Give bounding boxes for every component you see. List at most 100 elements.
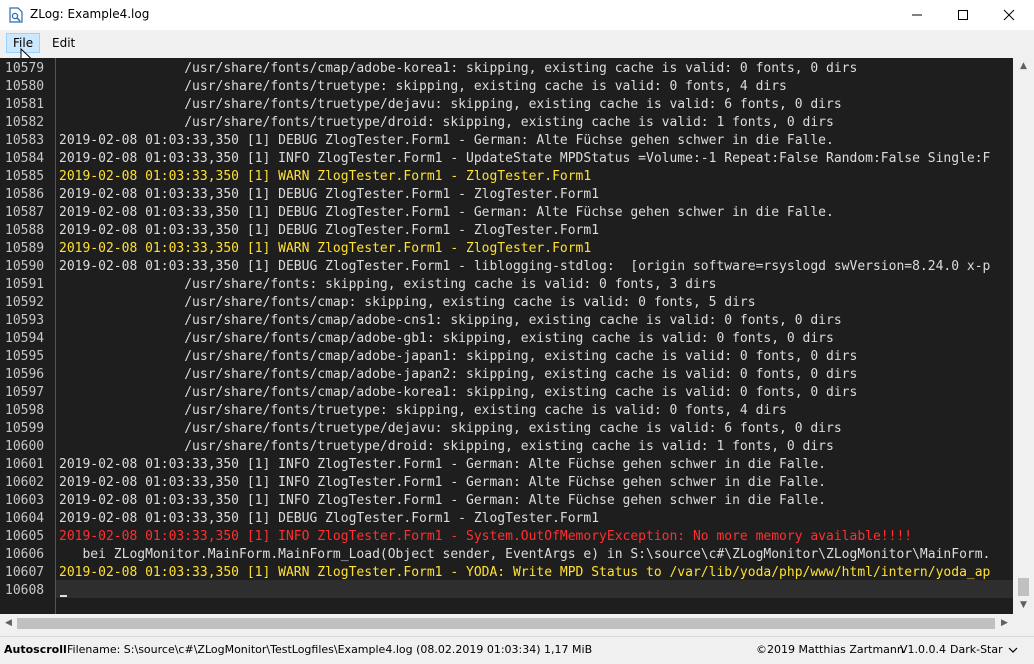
line-number: 10598 — [5, 403, 45, 418]
title-bar: ZLog: Example4.log — [0, 0, 1034, 30]
line-number: 10603 — [5, 493, 45, 508]
scroll-up-arrow-icon[interactable]: ▲ — [1013, 58, 1034, 75]
log-text: 2019-02-08 01:03:33,350 [1] DEBUG ZlogTe… — [59, 187, 600, 202]
log-line: 10598 /usr/share/fonts/truetype: skippin… — [0, 402, 1013, 420]
document-search-icon — [9, 7, 23, 23]
log-line: 10605 2019-02-08 01:03:33,350 [1] INFO Zl… — [0, 528, 1013, 546]
log-line: 10584 2019-02-08 01:03:33,350 [1] INFO Zl… — [0, 150, 1013, 168]
theme-selected-value: Dark-Star — [950, 643, 1003, 656]
line-number: 10579 — [5, 61, 45, 76]
line-number: 10584 — [5, 151, 45, 166]
line-number: 10607 — [5, 565, 45, 580]
version-label: V1.0.0.4 — [900, 643, 947, 656]
log-text: 2019-02-08 01:03:33,350 [1] INFO ZlogTes… — [59, 151, 991, 166]
line-number: 10582 — [5, 115, 45, 130]
log-text: /usr/share/fonts/truetype: skipping, exi… — [59, 403, 787, 418]
line-number: 10594 — [5, 331, 45, 346]
log-line: 10585 2019-02-08 01:03:33,350 [1] WARN Zl… — [0, 168, 1013, 186]
log-text: /usr/share/fonts/cmap/adobe-gb1: skippin… — [59, 331, 834, 346]
log-text: /usr/share/fonts/cmap/adobe-korea1: skip… — [59, 61, 858, 76]
log-line: 10599 /usr/share/fonts/truetype/dejavu: … — [0, 420, 1013, 438]
log-text: /usr/share/fonts/truetype/droid: skippin… — [59, 439, 834, 454]
line-number: 10599 — [5, 421, 45, 436]
log-view[interactable]: 10579 /usr/share/fonts/cmap/adobe-korea1… — [0, 58, 1013, 614]
horizontal-scroll-thumb[interactable] — [17, 618, 995, 629]
maximize-icon — [958, 10, 968, 20]
log-text: 2019-02-08 01:03:33,350 [1] DEBUG ZlogTe… — [59, 259, 991, 274]
filename-label: Filename: S:\source\c#\ZLogMonitor\TestL… — [67, 643, 593, 656]
line-number: 10605 — [5, 529, 45, 544]
line-number: 10591 — [5, 277, 45, 292]
log-line: 10601 2019-02-08 01:03:33,350 [1] INFO Zl… — [0, 456, 1013, 474]
log-text: /usr/share/fonts/cmap/adobe-cns1: skippi… — [59, 313, 842, 328]
log-text: 2019-02-08 01:03:33,350 [1] DEBUG ZlogTe… — [59, 511, 600, 526]
line-number: 10581 — [5, 97, 45, 112]
log-text: 2019-02-08 01:03:33,350 [1] WARN ZlogTes… — [59, 241, 592, 256]
log-text: /usr/share/fonts/cmap/adobe-japan2: skip… — [59, 367, 858, 382]
maximize-button[interactable] — [940, 0, 986, 30]
log-line: 10583 2019-02-08 01:03:33,350 [1] DEBUG Z… — [0, 132, 1013, 150]
log-line: 10592 /usr/share/fonts/cmap: skipping, e… — [0, 294, 1013, 312]
log-line: 10595 /usr/share/fonts/cmap/adobe-japan1… — [0, 348, 1013, 366]
line-number: 10593 — [5, 313, 45, 328]
log-line: 10580 /usr/share/fonts/truetype: skippin… — [0, 78, 1013, 96]
line-number: 10592 — [5, 295, 45, 310]
line-number: 10601 — [5, 457, 45, 472]
log-line: 10603 2019-02-08 01:03:33,350 [1] INFO Zl… — [0, 492, 1013, 510]
log-line: 10593 /usr/share/fonts/cmap/adobe-cns1: … — [0, 312, 1013, 330]
theme-dropdown[interactable]: Dark-Star — [948, 640, 1032, 660]
log-line: 10604 2019-02-08 01:03:33,350 [1] DEBUG Z… — [0, 510, 1013, 528]
line-number: 10585 — [5, 169, 45, 184]
menu-edit[interactable]: Edit — [46, 34, 81, 52]
autoscroll-toggle[interactable]: Autoscroll — [4, 643, 67, 656]
log-line: 10597 /usr/share/fonts/cmap/adobe-korea1… — [0, 384, 1013, 402]
copyright-label: ©2019 Matthias Zartmann — [756, 643, 904, 656]
log-text: /usr/share/fonts/truetype/dejavu: skippi… — [59, 421, 842, 436]
line-number: 10595 — [5, 349, 45, 364]
vertical-scroll-thumb[interactable] — [1018, 578, 1029, 596]
log-line: 10608 — [0, 582, 1013, 600]
line-number: 10600 — [5, 439, 45, 454]
window-title: ZLog: Example4.log — [30, 7, 150, 21]
menu-bar: File Edit — [0, 30, 1034, 54]
vertical-scrollbar[interactable]: ▲ ▼ — [1013, 58, 1034, 614]
log-line: 10587 2019-02-08 01:03:33,350 [1] DEBUG Z… — [0, 204, 1013, 222]
line-number: 10580 — [5, 79, 45, 94]
log-text: /usr/share/fonts/cmap: skipping, existin… — [59, 295, 756, 310]
line-number: 10587 — [5, 205, 45, 220]
line-number: 10589 — [5, 241, 45, 256]
log-text: /usr/share/fonts/truetype: skipping, exi… — [59, 79, 787, 94]
close-button[interactable] — [986, 0, 1032, 30]
minimize-icon — [912, 14, 922, 16]
log-line: 10606 bei ZLogMonitor.MainForm.MainForm_… — [0, 546, 1013, 564]
line-number: 10606 — [5, 547, 45, 562]
close-icon — [1003, 9, 1015, 21]
log-line: 10582 /usr/share/fonts/truetype/droid: s… — [0, 114, 1013, 132]
minimize-button[interactable] — [894, 0, 940, 30]
log-text: /usr/share/fonts/cmap/adobe-korea1: skip… — [59, 385, 858, 400]
line-number: 10586 — [5, 187, 45, 202]
scroll-left-arrow-icon[interactable]: ◀ — [0, 614, 17, 633]
log-line: 10579 /usr/share/fonts/cmap/adobe-korea1… — [0, 60, 1013, 78]
status-bar: Autoscroll Filename: S:\source\c#\ZLogMo… — [0, 636, 1034, 664]
line-number: 10588 — [5, 223, 45, 238]
scroll-down-arrow-icon[interactable]: ▼ — [1013, 597, 1034, 614]
log-line: 10590 2019-02-08 01:03:33,350 [1] DEBUG Z… — [0, 258, 1013, 276]
log-line: 10581 /usr/share/fonts/truetype/dejavu: … — [0, 96, 1013, 114]
chevron-down-icon — [1008, 647, 1018, 653]
log-text: /usr/share/fonts/cmap/adobe-japan1: skip… — [59, 349, 858, 364]
line-number: 10608 — [5, 583, 45, 598]
horizontal-scrollbar[interactable]: ◀ ▶ — [0, 614, 1013, 633]
scroll-right-arrow-icon[interactable]: ▶ — [996, 614, 1013, 633]
log-line: 10607 2019-02-08 01:03:33,350 [1] WARN Zl… — [0, 564, 1013, 582]
log-text: /usr/share/fonts/truetype/droid: skippin… — [59, 115, 834, 130]
log-text: 2019-02-08 01:03:33,350 [1] INFO ZlogTes… — [59, 493, 827, 508]
line-number: 10596 — [5, 367, 45, 382]
log-text: 2019-02-08 01:03:33,350 [1] INFO ZlogTes… — [59, 457, 827, 472]
log-line: 10591 /usr/share/fonts: skipping, existi… — [0, 276, 1013, 294]
log-text: bei ZLogMonitor.MainForm.MainForm_Load(O… — [59, 547, 991, 562]
line-number: 10604 — [5, 511, 45, 526]
log-line: 10594 /usr/share/fonts/cmap/adobe-gb1: s… — [0, 330, 1013, 348]
line-number: 10583 — [5, 133, 45, 148]
log-text: /usr/share/fonts/truetype/dejavu: skippi… — [59, 97, 842, 112]
